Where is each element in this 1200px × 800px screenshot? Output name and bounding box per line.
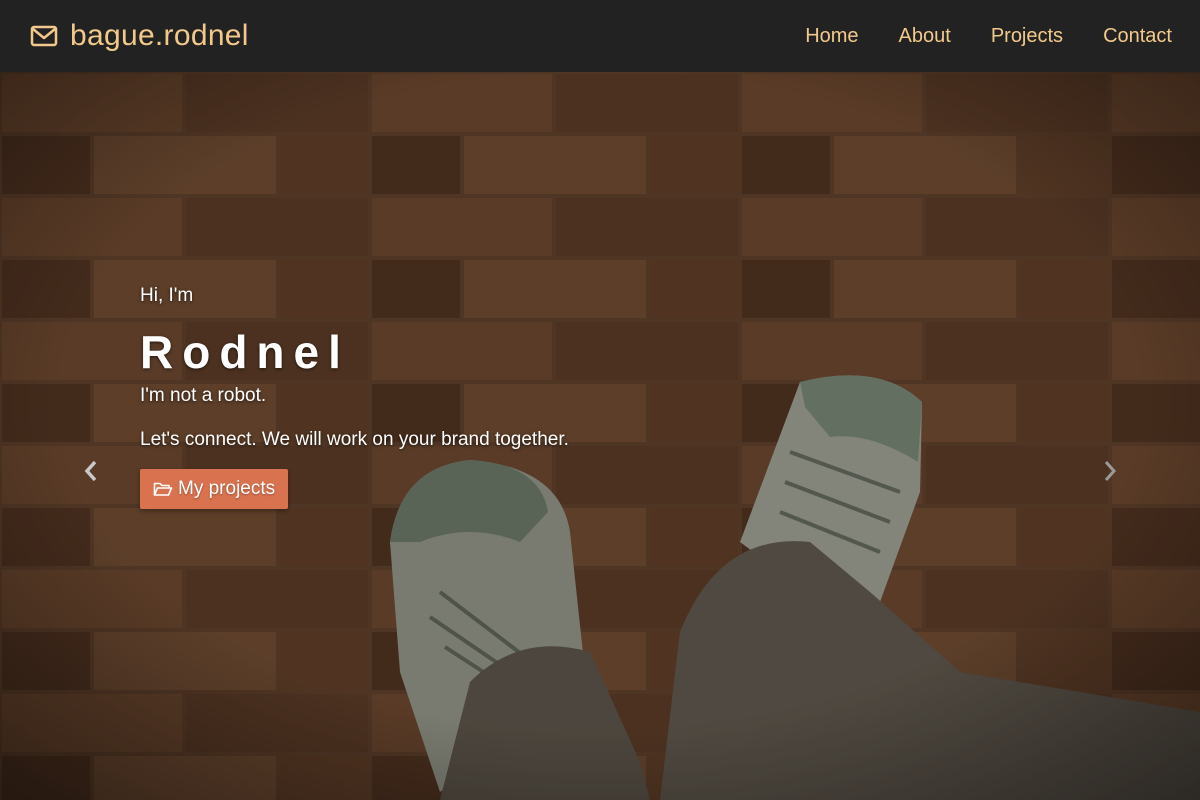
hero-caption: Hi, I'm Rodnel I'm not a robot. Let's co…: [140, 285, 569, 509]
brand-link[interactable]: bague.rodnel: [30, 19, 249, 53]
envelope-icon: [30, 25, 58, 47]
carousel-next-button[interactable]: [1095, 458, 1125, 488]
navbar: bague.rodnel Home About Projects Contact: [0, 0, 1200, 72]
my-projects-button[interactable]: My projects: [140, 469, 289, 509]
folder-open-icon: [153, 481, 173, 497]
hero-tagline: I'm not a robot.: [140, 385, 267, 406]
nav-link-projects[interactable]: Projects: [991, 25, 1063, 48]
carousel-prev-button[interactable]: [76, 458, 106, 488]
nav-link-contact[interactable]: Contact: [1103, 25, 1172, 48]
hero-carousel: Hi, I'm Rodnel I'm not a robot. Let's co…: [0, 72, 1200, 800]
hero-name: Rodnel: [140, 326, 350, 378]
brand-text: bague.rodnel: [70, 19, 249, 52]
nav-links: Home About Projects Contact: [805, 25, 1172, 48]
hero-greeting: Hi, I'm: [140, 285, 194, 306]
nav-link-home[interactable]: Home: [805, 25, 858, 48]
chevron-left-icon: [83, 459, 99, 488]
hero-connect-text: Let's connect. We will work on your bran…: [140, 429, 569, 450]
nav-link-about[interactable]: About: [899, 25, 951, 48]
chevron-right-icon: [1102, 459, 1118, 488]
my-projects-label: My projects: [178, 478, 276, 499]
